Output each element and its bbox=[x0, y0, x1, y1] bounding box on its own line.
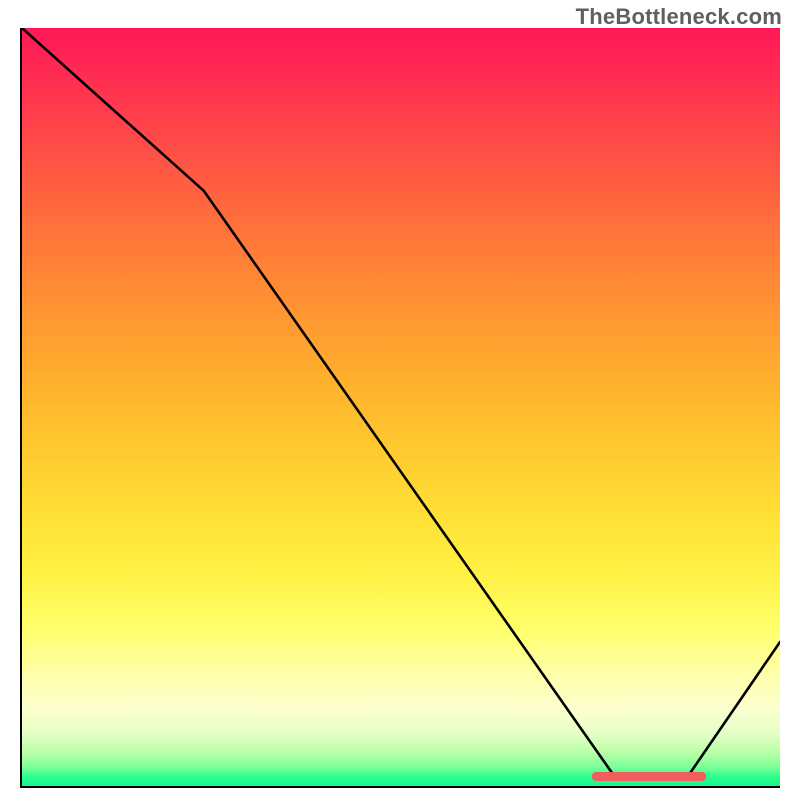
attribution-text: TheBottleneck.com bbox=[576, 4, 782, 30]
optimal-range-marker bbox=[592, 772, 706, 781]
bottleneck-chart bbox=[20, 28, 780, 788]
bottleneck-curve bbox=[22, 28, 780, 786]
